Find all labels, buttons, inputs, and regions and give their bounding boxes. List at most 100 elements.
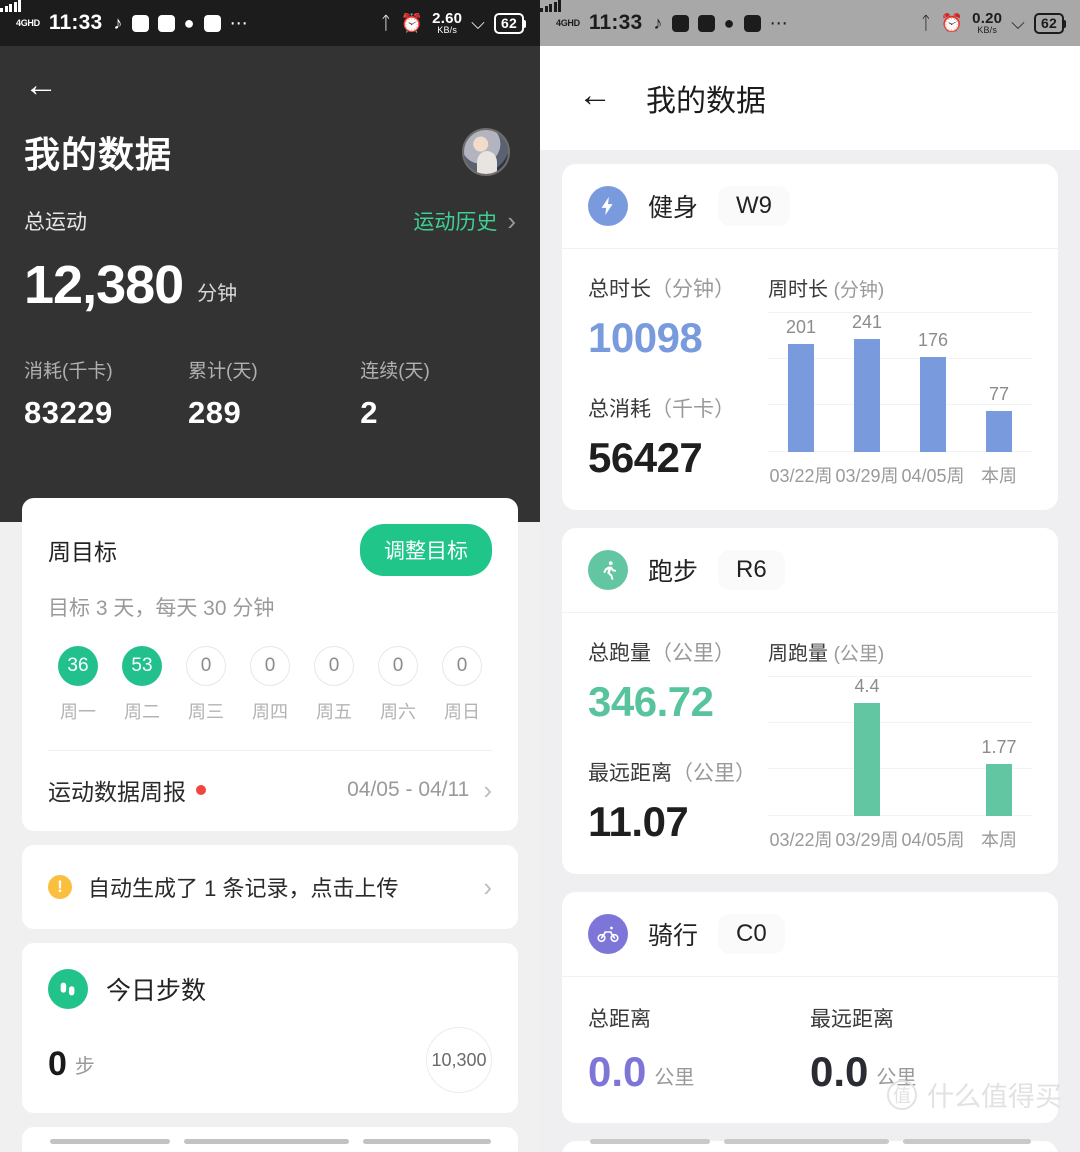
- nav-home-pill[interactable]: [183, 1138, 349, 1144]
- envelope-icon: [203, 14, 221, 32]
- total-minutes-unit: 分钟: [197, 283, 238, 305]
- bar: [986, 410, 1012, 452]
- metric-label: 总时长（分钟）: [588, 278, 735, 301]
- auto-record-notice-row: ! 自动生成了 1 条记录，点击上传 ›: [22, 845, 518, 929]
- nav-recents-pill[interactable]: [902, 1138, 1031, 1144]
- exercise-history-link[interactable]: 运动历史 ›: [413, 206, 516, 236]
- status-time: 11:33: [48, 11, 103, 34]
- fitness-card[interactable]: 健身 W9 总时长（分钟） 10098 总消耗（千卡） 56427 周时长 (分…: [562, 164, 1058, 510]
- chart-bar-item: 1.77: [966, 676, 1032, 816]
- mail-icon: [157, 14, 175, 32]
- chart-x-axis: 03/22周 03/29周 04/05周 本周: [768, 462, 1032, 488]
- x-tick: 03/29周: [835, 466, 899, 486]
- left-back-row: ←: [0, 46, 540, 108]
- stat-value: 289: [188, 395, 242, 430]
- back-button[interactable]: ←: [24, 68, 64, 108]
- avatar[interactable]: [462, 128, 510, 176]
- day-label: 周二: [124, 702, 160, 722]
- stat-streak-days: 连续(天) 2: [360, 356, 516, 431]
- day-item[interactable]: 0 周三: [174, 646, 238, 724]
- bar: [788, 344, 814, 452]
- bolt-icon: [588, 186, 628, 226]
- total-minutes-value: 12,380: [24, 255, 184, 315]
- bicycle-icon: [588, 914, 628, 954]
- metric-value: 0.0: [810, 1048, 869, 1095]
- nav-recents-pill[interactable]: [362, 1138, 491, 1144]
- metric-value: 10098: [588, 314, 703, 361]
- x-tick: 03/22周: [769, 830, 833, 850]
- bar: [920, 357, 946, 452]
- wifi-icon: ⌵: [1011, 13, 1026, 33]
- fitness-card-name: 健身: [648, 194, 699, 222]
- today-steps-card[interactable]: 今日步数 0 步 10,300: [22, 943, 518, 1113]
- metric-label: 最远距离（公里）: [588, 762, 756, 785]
- weekly-goal-subtitle: 目标 3 天，每天 30 分钟: [48, 597, 275, 620]
- running-card-body: 总跑量（公里） 346.72 最远距离（公里） 11.07 周跑量 (公里) 4…: [562, 613, 1058, 874]
- chevron-right-icon: ›: [483, 775, 492, 805]
- more-icon: ⋯: [229, 13, 248, 33]
- day-item[interactable]: 0 周六: [366, 646, 430, 724]
- battery-icon: 62: [494, 12, 526, 34]
- nav-back-pill[interactable]: [589, 1138, 710, 1144]
- stat-label: 连续(天): [360, 361, 430, 382]
- day-item[interactable]: 0 周日: [430, 646, 494, 724]
- cycling-card-name: 骑行: [648, 922, 699, 950]
- day-item[interactable]: 0 周五: [302, 646, 366, 724]
- auto-record-notice-text: 自动生成了 1 条记录，点击上传: [88, 876, 399, 901]
- cycling-card-header: 骑行 C0: [562, 892, 1058, 976]
- chart-bar-item: 241: [834, 312, 900, 452]
- bar: [854, 703, 880, 816]
- back-button[interactable]: ←: [578, 78, 618, 118]
- auto-record-notice-left: ! 自动生成了 1 条记录，点击上传: [48, 871, 398, 903]
- auto-record-notice-card[interactable]: ! 自动生成了 1 条记录，点击上传 ›: [22, 845, 518, 929]
- weekly-goal-header: 周目标 调整目标: [22, 498, 518, 576]
- chart-title: 周时长 (分钟): [768, 279, 885, 301]
- day-item[interactable]: 53 周二: [110, 646, 174, 724]
- chart-bar-item: 4.4: [834, 676, 900, 816]
- warning-icon: !: [48, 875, 72, 899]
- running-card-header: 跑步 R6: [562, 528, 1058, 612]
- bar-value-label: 77: [988, 383, 1010, 404]
- bar: [986, 764, 1012, 816]
- chart-title: 周跑量 (公里): [768, 643, 885, 665]
- running-metrics: 总跑量（公里） 346.72 最远距离（公里） 11.07: [588, 637, 758, 852]
- screenshot-stage: 4GHD 11:33 ♪ ● ⋯ ᛏ ⏰ 2.60 KB/s ⌵ 62 ← 我的…: [0, 0, 1080, 1152]
- more-icon: ⋯: [769, 13, 788, 33]
- day-item[interactable]: 0 周四: [238, 646, 302, 724]
- adjust-goal-button[interactable]: 调整目标: [360, 524, 492, 576]
- day-item[interactable]: 36 周一: [46, 646, 110, 724]
- runner-icon: [588, 550, 628, 590]
- running-card[interactable]: 跑步 R6 总跑量（公里） 346.72 最远距离（公里） 11.07 周跑量 …: [562, 528, 1058, 874]
- chat-icon: ●: [183, 13, 195, 33]
- chart-bars: 4.4 1.77: [768, 676, 1032, 816]
- chevron-right-icon: ›: [483, 872, 492, 902]
- weekly-goal-title: 周目标: [48, 539, 117, 565]
- footprints-icon: [48, 969, 88, 1009]
- weekly-report-row[interactable]: 运动数据周报 04/05 - 04/11 ›: [22, 751, 518, 831]
- wifi-icon: ⌵: [471, 13, 486, 33]
- network-speed: 2.60 KB/s: [432, 10, 463, 35]
- page-title: 我的数据: [24, 134, 173, 175]
- nav-back-pill[interactable]: [49, 1138, 170, 1144]
- watermark: 值 什么值得买: [887, 1075, 1062, 1114]
- bar-value-label: 4.4: [854, 676, 880, 696]
- day-label: 周六: [380, 702, 416, 722]
- status-bar-left: 4GHD 11:33 ♪ ● ⋯ ᛏ ⏰ 2.60 KB/s ⌵ 62: [0, 0, 540, 46]
- nav-home-pill[interactable]: [723, 1138, 889, 1144]
- cycling-total-distance: 总距离 0.0 公里: [588, 1003, 810, 1093]
- chat-icon: ●: [723, 13, 735, 33]
- status-time: 11:33: [588, 11, 643, 34]
- today-steps-header: 今日步数: [48, 969, 492, 1009]
- bar-value-label: 176: [917, 330, 949, 351]
- bluetooth-icon: ᛏ: [920, 13, 932, 33]
- watermark-text: 什么值得买: [927, 1082, 1062, 1112]
- day-value: 0: [314, 646, 354, 686]
- day-label: 周一: [60, 702, 96, 722]
- exercise-history-label: 运动历史: [413, 211, 498, 234]
- total-minutes-row: 12,380 分钟: [0, 236, 540, 312]
- bar-value-label: 201: [785, 317, 817, 338]
- right-phone-panel: 4GHD 11:33 ♪ ● ⋯ ᛏ ⏰ 0.20 KB/s ⌵ 62 ← 我的…: [540, 0, 1080, 1152]
- weekly-report-left: 运动数据周报: [48, 773, 206, 807]
- bar: [854, 339, 880, 452]
- metric-label: 总跑量（公里）: [588, 642, 735, 665]
